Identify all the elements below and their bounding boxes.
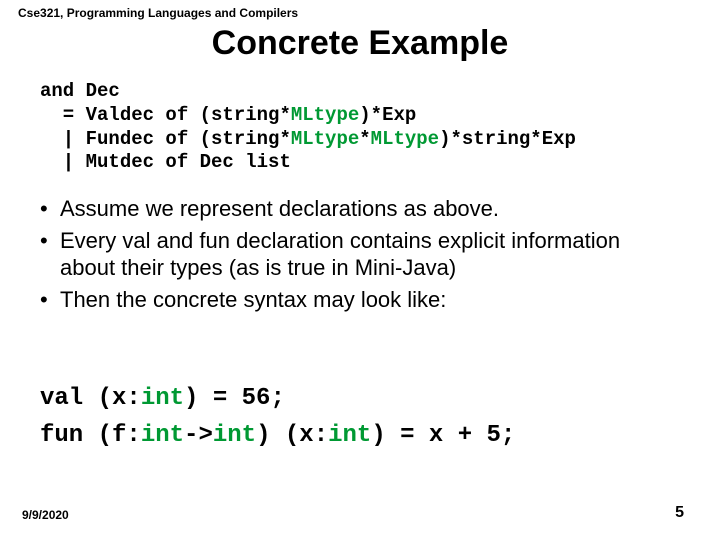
code-line-4: | Mutdec of Dec list: [40, 151, 291, 173]
footer-date: 9/9/2020: [22, 508, 69, 522]
ex-2a: fun (f:: [40, 422, 141, 449]
slide: Cse321, Programming Languages and Compil…: [0, 0, 720, 540]
type-mltype: MLtype: [291, 128, 359, 150]
bullet-dot: •: [40, 227, 60, 282]
ex-1c: ) = 56;: [184, 385, 285, 412]
code-line-2a: = Valdec of (string*: [40, 104, 291, 126]
bullet-dot: •: [40, 286, 60, 314]
type-mltype: MLtype: [371, 128, 439, 150]
ex-2c: ->: [184, 422, 213, 449]
bullet-text: Assume we represent declarations as abov…: [60, 195, 499, 223]
ex-2g: ) = x + 5;: [371, 422, 515, 449]
bullet-item: • Every val and fun declaration contains…: [40, 227, 680, 282]
syntax-example: val (x:int) = 56; fun (f:int->int) (x:in…: [40, 380, 515, 454]
footer-page-number: 5: [675, 504, 684, 522]
ex-1a: val (x:: [40, 385, 141, 412]
course-header: Cse321, Programming Languages and Compil…: [18, 6, 298, 20]
ex-2e: ) (x:: [256, 422, 328, 449]
code-line-1: and Dec: [40, 80, 120, 102]
code-line-3e: )*string*Exp: [439, 128, 576, 150]
bullet-item: • Then the concrete syntax may look like…: [40, 286, 680, 314]
datatype-code: and Dec = Valdec of (string*MLtype)*Exp …: [40, 80, 576, 175]
bullet-text: Then the concrete syntax may look like:: [60, 286, 446, 314]
type-int: int: [213, 422, 256, 449]
type-int: int: [141, 385, 184, 412]
code-line-3a: | Fundec of (string*: [40, 128, 291, 150]
type-int: int: [328, 422, 371, 449]
code-line-2c: )*Exp: [359, 104, 416, 126]
code-line-3c: *: [359, 128, 370, 150]
bullet-item: • Assume we represent declarations as ab…: [40, 195, 680, 223]
bullet-text: Every val and fun declaration contains e…: [60, 227, 680, 282]
type-mltype: MLtype: [291, 104, 359, 126]
slide-title: Concrete Example: [0, 24, 720, 63]
bullet-list: • Assume we represent declarations as ab…: [40, 195, 680, 317]
type-int: int: [141, 422, 184, 449]
bullet-dot: •: [40, 195, 60, 223]
